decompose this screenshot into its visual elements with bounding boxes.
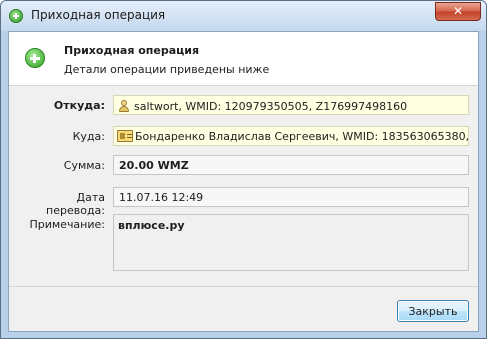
title-bar[interactable]: Приходная операция ✕ xyxy=(1,1,486,31)
id-card-icon xyxy=(117,130,133,142)
to-value: Бондаренко Владислав Сергеевич, WMID: 18… xyxy=(135,130,469,143)
date-field[interactable]: 11.07.16 12:49 xyxy=(113,187,469,207)
header-title: Приходная операция xyxy=(64,44,200,57)
dialog-header: Приходная операция Детали операции приве… xyxy=(9,32,478,86)
dialog-body: Приходная операция Детали операции приве… xyxy=(8,31,479,332)
close-icon: ✕ xyxy=(452,4,464,18)
to-field[interactable]: Бондаренко Владислав Сергеевич, WMID: 18… xyxy=(113,126,469,146)
note-field[interactable]: вплюсе.ру xyxy=(113,214,469,271)
plus-circle-icon xyxy=(9,9,23,23)
dialog-window: Приходная операция ✕ Приходная операция … xyxy=(0,0,487,339)
footer-divider xyxy=(9,286,478,287)
plus-circle-icon xyxy=(25,48,45,68)
close-button[interactable]: Закрыть xyxy=(397,300,469,322)
from-field[interactable]: saltwort, WMID: 120979350505, Z176997498… xyxy=(113,95,469,115)
note-label: Примечание: xyxy=(29,218,105,231)
person-icon xyxy=(117,99,131,113)
from-label: Откуда: xyxy=(53,99,105,112)
from-value: saltwort, WMID: 120979350505, Z176997498… xyxy=(134,100,408,113)
window-title: Приходная операция xyxy=(31,8,166,22)
close-window-button[interactable]: ✕ xyxy=(435,2,481,21)
date-label: Дата перевода: xyxy=(46,191,105,217)
amount-field[interactable]: 20.00 WMZ xyxy=(113,155,469,175)
to-label: Куда: xyxy=(72,130,105,143)
amount-value: 20.00 WMZ xyxy=(119,159,189,172)
amount-label: Сумма: xyxy=(63,159,105,172)
header-subtitle: Детали операции приведены ниже xyxy=(64,63,270,76)
date-value: 11.07.16 12:49 xyxy=(119,191,204,204)
